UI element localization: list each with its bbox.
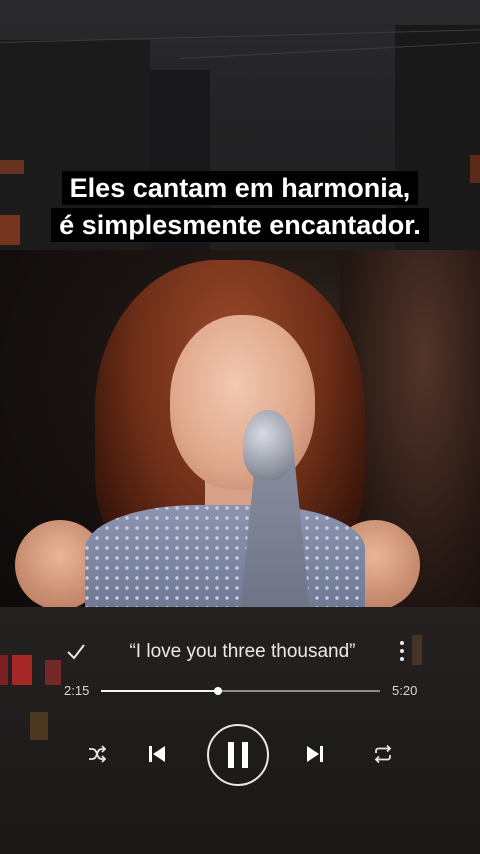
song-title: “I love you three thousand” [129,641,356,662]
window-light [470,155,480,183]
check-icon-glyph [67,644,85,660]
singer-top [85,505,365,607]
background-light [45,660,61,685]
caption-line-1: Eles cantam em harmonia, [61,171,419,205]
background-light [12,655,32,685]
progress-bar[interactable] [101,687,380,695]
microphone [243,410,293,480]
window-light [0,215,20,245]
video-caption: Eles cantam em harmonia, é simplesmente … [40,170,440,244]
more-vertical-icon[interactable] [394,638,410,666]
progress-fill [101,690,219,692]
skip-previous-icon-glyph [149,746,165,762]
skip-next-icon-glyph [307,746,323,762]
shuffle-icon[interactable] [84,741,110,767]
window-light [0,160,24,174]
caption-line-2: é simplesmente encantador. [51,208,429,242]
skip-next-icon[interactable] [302,741,328,767]
pause-icon [228,742,248,768]
shuffle-icon-glyph [89,745,107,763]
repeat-icon-glyph [374,744,392,764]
background-light [412,635,422,665]
check-icon[interactable] [64,640,88,664]
background-light [0,655,8,685]
background-light [30,712,48,740]
video-frame[interactable] [0,250,480,607]
repeat-icon[interactable] [370,741,396,767]
time-elapsed: 2:15 [64,683,90,698]
pause-button[interactable] [207,724,269,786]
time-total: 5:20 [392,683,418,698]
skip-previous-icon[interactable] [144,741,170,767]
